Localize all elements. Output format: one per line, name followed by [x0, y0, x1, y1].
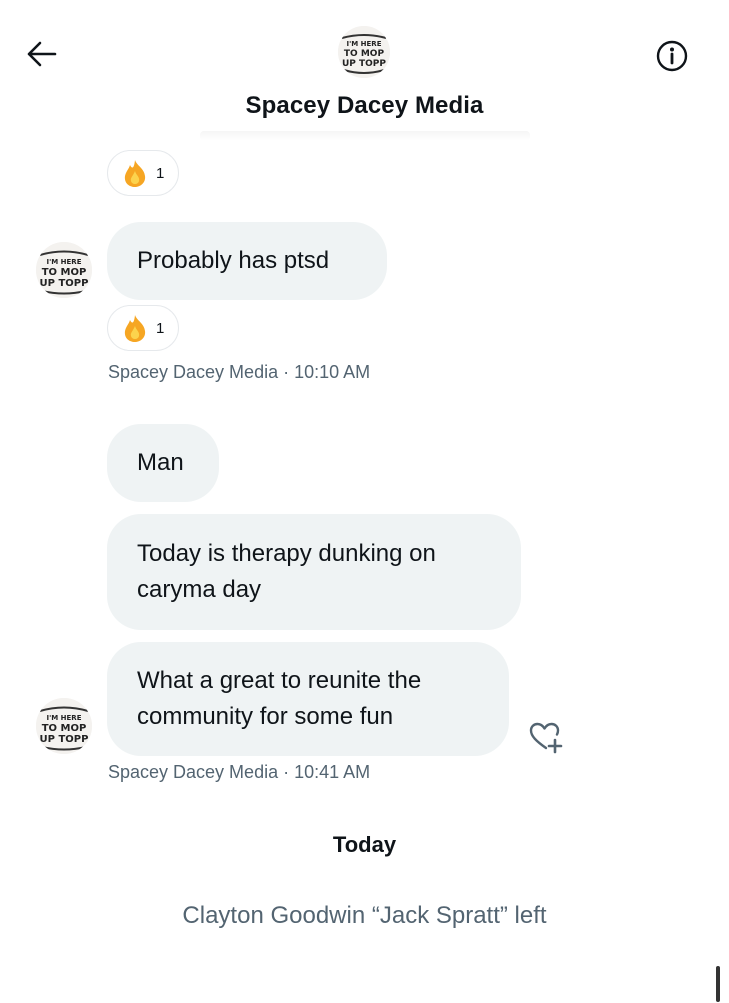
reaction-fire[interactable]: 1 — [107, 305, 179, 351]
message-text: Today is therapy dunking on caryma day — [137, 540, 436, 603]
info-circle-icon — [656, 40, 688, 72]
reaction-fire[interactable]: 1 — [107, 150, 179, 196]
arrow-left-icon — [27, 41, 57, 67]
meta-sender: Spacey Dacey Media — [108, 362, 279, 382]
reaction-count: 1 — [156, 164, 165, 182]
message-text: Man — [137, 449, 184, 476]
conversation-title[interactable]: Spacey Dacey Media — [0, 92, 729, 120]
sender-avatar[interactable]: I'M HERE TO MOP UP TOPP — [36, 698, 92, 754]
message-text: What a great to reunite the community fo… — [137, 667, 422, 730]
message-bubble[interactable]: Man — [107, 424, 219, 502]
svg-text:TO MOP: TO MOP — [42, 267, 87, 278]
message-meta: Spacey Dacey Media · 10:41 AM — [108, 762, 370, 783]
avatar-image: I'M HERE TO MOP UP TOPP — [36, 698, 92, 754]
conversation-event: Clayton Goodwin “Jack Spratt” left — [182, 902, 547, 929]
dm-conversation: I'M HERE TO MOP UP TOPP Spacey Dacey Med… — [0, 0, 729, 1003]
conversation-header: I'M HERE TO MOP UP TOPP Spacey Dacey Med… — [0, 0, 729, 141]
message-bubble[interactable]: Today is therapy dunking on caryma day — [107, 514, 521, 630]
svg-text:UP TOPP: UP TOPP — [40, 278, 89, 289]
svg-text:UP TOPP: UP TOPP — [342, 59, 386, 69]
svg-text:I'M HERE: I'M HERE — [347, 40, 382, 48]
message-bubble[interactable]: What a great to reunite the community fo… — [107, 642, 509, 756]
header-avatar[interactable]: I'M HERE TO MOP UP TOPP — [338, 26, 390, 78]
header-shadow — [200, 131, 530, 141]
svg-text:I'M HERE: I'M HERE — [47, 714, 82, 722]
meta-separator: · — [283, 762, 295, 782]
svg-text:TO MOP: TO MOP — [344, 49, 385, 59]
avatar-image: I'M HERE TO MOP UP TOPP — [36, 242, 92, 298]
sender-avatar[interactable]: I'M HERE TO MOP UP TOPP — [36, 242, 92, 298]
meta-time: 10:10 AM — [294, 362, 371, 382]
fire-icon — [124, 160, 146, 187]
svg-text:UP TOPP: UP TOPP — [40, 734, 89, 745]
info-button[interactable] — [652, 36, 692, 76]
svg-text:I'M HERE: I'M HERE — [47, 258, 82, 266]
svg-text:TO MOP: TO MOP — [42, 723, 87, 734]
meta-separator: · — [283, 362, 295, 382]
meta-time: 10:41 AM — [294, 762, 371, 782]
fire-icon — [124, 315, 146, 342]
avatar-image: I'M HERE TO MOP UP TOPP — [338, 26, 390, 78]
message-bubble[interactable]: Probably has ptsd — [107, 222, 387, 300]
react-button[interactable] — [526, 718, 566, 758]
heart-plus-icon — [529, 722, 563, 754]
date-divider: Today — [332, 832, 397, 857]
back-button[interactable] — [22, 36, 62, 72]
message-meta: Spacey Dacey Media · 10:10 AM — [108, 362, 370, 383]
message-text: Probably has ptsd — [137, 247, 330, 274]
scrollbar[interactable] — [716, 966, 720, 1002]
meta-sender: Spacey Dacey Media — [108, 762, 279, 782]
reaction-count: 1 — [156, 319, 165, 337]
